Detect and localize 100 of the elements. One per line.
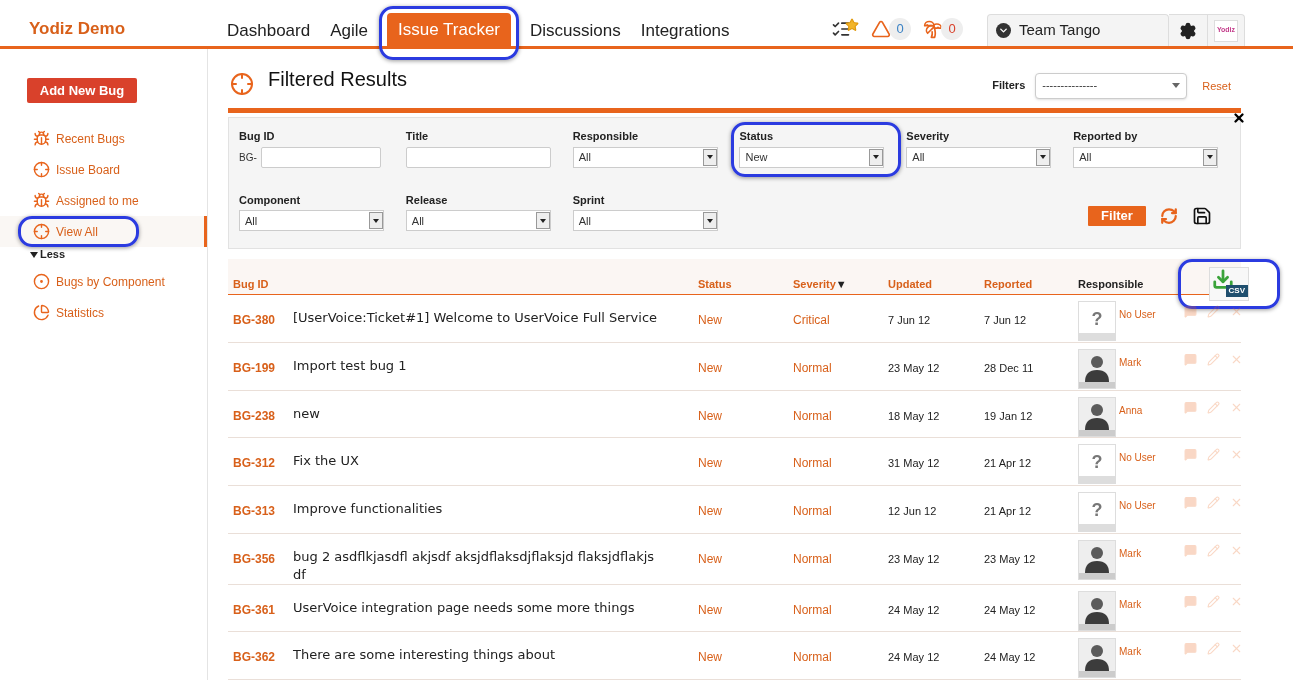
nav-tab[interactable]: Integrations [631, 16, 739, 46]
user-avatar[interactable] [1078, 349, 1116, 389]
column-header[interactable]: Severity▼ [793, 276, 888, 293]
nav-tab[interactable]: Issue Tracker [387, 13, 512, 47]
nav-tab[interactable]: Dashboard [218, 16, 320, 46]
responsible-name[interactable]: Mark [1119, 545, 1142, 561]
user-avatar[interactable] [1078, 638, 1116, 679]
filter-label: Responsible [572, 129, 640, 145]
responsible-name[interactable]: Mark [1119, 355, 1142, 370]
sidebar-item[interactable]: Assigned to me [0, 185, 207, 217]
sidebar-item[interactable]: Statistics [33, 297, 207, 329]
bug-id-link[interactable]: BG-362 [233, 648, 293, 667]
bug-id-link[interactable]: BG-313 [233, 501, 293, 520]
filter-button[interactable]: Filter [1088, 206, 1146, 227]
column-header[interactable]: Bug ID [233, 276, 293, 293]
team-selector[interactable]: Team Tango [987, 14, 1169, 46]
bug-title[interactable]: Import test bug 1 [293, 357, 698, 375]
settings-button[interactable] [1169, 14, 1207, 46]
caret-icon [1172, 83, 1181, 89]
status-text: New [698, 502, 723, 520]
reported-date: 19 Jan 12 [984, 408, 1034, 424]
bug-id-link[interactable]: BG-380 [233, 311, 293, 330]
checklist-star-icon[interactable] [831, 19, 859, 39]
status-text: New [698, 360, 723, 377]
saved-filters-select[interactable]: --------------- [1035, 72, 1188, 99]
app-title[interactable]: Yodiz Demo [0, 0, 218, 42]
filter-select[interactable]: New [739, 146, 885, 168]
unknown-avatar[interactable]: ? [1078, 301, 1116, 342]
responsible-name[interactable]: No User [1119, 307, 1156, 323]
less-toggle[interactable]: Less [30, 249, 66, 261]
status-text: New [698, 312, 723, 330]
filter-label: Status [739, 129, 775, 145]
csv-export-icon[interactable]: CSV [1209, 267, 1249, 302]
bug-title[interactable]: [UserVoice:Ticket#1] Welcome to UserVoice Full Service [293, 309, 698, 328]
filter-select[interactable]: All [906, 146, 1052, 168]
user-avatar[interactable] [1078, 396, 1116, 437]
responsible-name[interactable]: No User [1119, 450, 1156, 466]
pencil-icon[interactable] [1207, 305, 1220, 319]
sidebar-item[interactable]: Bugs by Component [33, 266, 207, 298]
bug-title[interactable]: Improve functionalities [293, 499, 698, 518]
severity-text: Normal [793, 455, 833, 473]
bug-id-link[interactable]: BG-361 [233, 600, 293, 619]
bug-id-link[interactable]: BG-312 [233, 454, 293, 473]
filter-select[interactable]: All [572, 210, 718, 232]
responsible-name[interactable]: No User [1119, 497, 1156, 513]
sidebar-item[interactable]: Issue Board [0, 154, 207, 186]
responsible-name[interactable]: Mark [1119, 596, 1142, 612]
responsible-name[interactable]: Mark [1119, 644, 1142, 660]
sidebar-item[interactable]: View All [0, 216, 207, 248]
caret-icon [1203, 148, 1218, 166]
sidebar-item[interactable]: Recent Bugs [0, 123, 207, 155]
filter-select[interactable]: All [1073, 146, 1219, 168]
user-avatar[interactable] [1078, 590, 1116, 631]
dropdown-icon [996, 23, 1011, 38]
bug-title[interactable]: There are some interesting things about [293, 646, 698, 665]
nav-tab[interactable]: Agile [321, 16, 377, 46]
caret-icon [702, 212, 717, 230]
status-text: New [698, 407, 723, 425]
counter-badge: 0 [941, 18, 963, 40]
reported-date: 23 May 12 [984, 551, 1037, 567]
column-header[interactable]: Status [698, 276, 793, 293]
bug-title[interactable]: Fix the UX [293, 452, 698, 471]
severity-text: Normal [793, 550, 833, 568]
column-header[interactable]: Updated [888, 276, 984, 293]
palm-tree-icon[interactable] [923, 19, 943, 39]
bug-id-link[interactable]: BG-356 [233, 549, 293, 568]
bug-title[interactable]: UserVoice integration page needs some more things [293, 598, 698, 617]
filter-input[interactable] [405, 146, 551, 168]
column-header[interactable]: Reported [984, 276, 1078, 293]
close-icon[interactable] [1232, 111, 1246, 126]
add-bug-button[interactable]: Add New Bug [27, 78, 137, 104]
status-text: New [698, 550, 723, 568]
triangle-icon[interactable] [871, 19, 891, 39]
responsible-name[interactable]: Anna [1119, 402, 1143, 418]
comment-icon[interactable] [1184, 305, 1197, 319]
bug-title[interactable]: bug 2 asdflkjasdfl akjsdf aksjdflaksdjflaksjd flaksjdflakjs df [293, 547, 698, 584]
page-title: Filtered Results [268, 66, 407, 92]
bug-icon [33, 130, 50, 148]
refresh-icon[interactable] [1160, 207, 1178, 226]
filter-select[interactable]: All [239, 210, 384, 232]
severity-text: Normal [793, 360, 833, 377]
bug-title[interactable]: new [293, 404, 698, 423]
bug-id-link[interactable]: BG-238 [233, 406, 293, 425]
reset-link[interactable]: Reset [1202, 78, 1231, 95]
save-icon[interactable] [1192, 206, 1212, 227]
unknown-avatar[interactable]: ? [1078, 491, 1116, 532]
counter-badge: 0 [889, 18, 911, 40]
bug-id-link[interactable]: BG-199 [233, 359, 293, 377]
user-avatar[interactable] [1078, 539, 1116, 580]
reported-date: 28 Dec 11 [984, 361, 1035, 376]
column-header: Responsible [1078, 277, 1145, 293]
unknown-avatar[interactable]: ? [1078, 444, 1116, 485]
filter-input[interactable] [260, 146, 381, 168]
caret-icon [869, 148, 884, 166]
filter-select[interactable]: All [572, 146, 718, 168]
updated-date: 24 May 12 [888, 650, 941, 666]
nav-tab[interactable]: Discussions [521, 16, 630, 46]
filter-select[interactable]: All [405, 210, 551, 232]
status-text: New [698, 649, 723, 667]
updated-date: 12 Jun 12 [888, 503, 938, 519]
